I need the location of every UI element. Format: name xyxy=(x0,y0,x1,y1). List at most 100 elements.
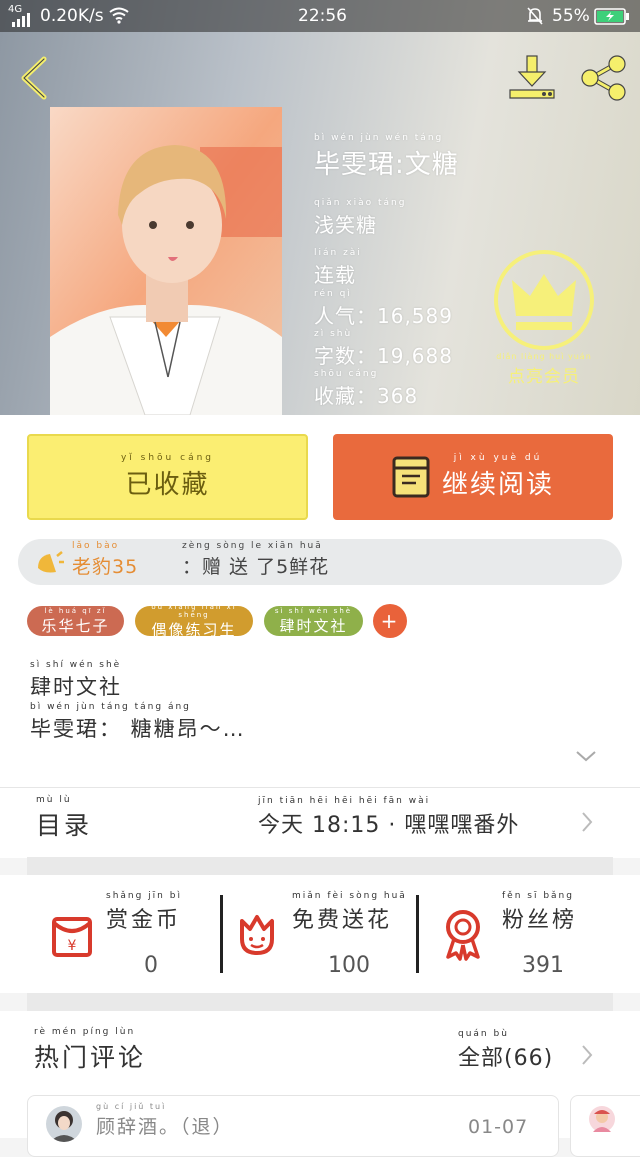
mute-bell-icon xyxy=(526,6,544,31)
intro-line-2-text: 毕雯珺： 糖糖昂～… xyxy=(30,717,246,741)
fans-value: 391 xyxy=(522,953,564,978)
back-arrow-icon xyxy=(21,56,47,100)
signal-icon xyxy=(10,12,32,32)
favorites-pinyin: shōu cáng xyxy=(314,369,379,379)
fans-pinyin: fěn sī bǎng xyxy=(502,891,574,901)
avatar[interactable] xyxy=(589,1106,615,1132)
download-button[interactable] xyxy=(506,52,558,102)
gift-text: ：赠 送 了5鲜花 xyxy=(182,556,330,578)
words-pinyin: zì shù xyxy=(314,329,353,339)
popularity-value: 16,589 xyxy=(377,304,453,328)
comments-title-text: 热门评论 xyxy=(34,1043,147,1072)
book-status: lián zài 连载 xyxy=(314,248,362,288)
status-pinyin: lián zài xyxy=(314,248,362,258)
vip-button[interactable]: diǎn liàng huì yuán 点亮会员 xyxy=(492,248,596,387)
intro-line-1-text: 肆时文社 xyxy=(30,675,122,699)
toc-label: mù lù 目录 xyxy=(36,795,92,842)
gift-user: 老豹35 xyxy=(72,556,139,578)
words-label: 字数： xyxy=(314,344,377,368)
broadcast-icon xyxy=(38,551,64,573)
latest-chapter-pinyin: jīn tiān hēi hēi hēi fān wài xyxy=(258,796,431,806)
comments-title-pinyin: rè mén píng lùn xyxy=(34,1027,136,1037)
crown-icon xyxy=(494,250,594,350)
latest-chapter-text: 今天 18:15 · 嘿嘿嘿番外 xyxy=(258,813,520,838)
all-comments-link[interactable]: quán bù 全部(66) xyxy=(458,1029,553,1072)
gift-notice-bar[interactable]: lǎo bào 老豹35 zèng sòng le xiān huā ：赠 送 … xyxy=(18,539,622,585)
author-pinyin: qiǎn xiào táng xyxy=(314,198,407,208)
clock: 22:56 xyxy=(298,6,347,26)
chevron-right-icon xyxy=(582,1045,593,1065)
tag-label: 肆时文社 xyxy=(279,616,348,635)
toc-text: 目录 xyxy=(36,811,93,840)
tag-chip[interactable]: ǒu xiàng liàn xí shēng 偶像练习生 xyxy=(135,602,253,639)
flower-label: 免费送花 xyxy=(292,908,393,933)
words-value: 19,688 xyxy=(377,344,453,368)
intro-line-1-pinyin: sì shí wén shè xyxy=(30,660,122,670)
favorited-button[interactable]: yǐ shōu cáng 已收藏 xyxy=(27,434,308,520)
tag-pinyin: lè huá qī zǐ xyxy=(44,606,107,615)
reward-label: 赏金币 xyxy=(106,908,182,933)
download-icon xyxy=(509,55,555,99)
comment-card[interactable]: gù cí jiǔ tuì 顾辞酒。（退） 01-07 xyxy=(27,1095,559,1157)
comment-card[interactable] xyxy=(570,1095,640,1157)
popularity-label: 人气： xyxy=(314,304,377,328)
tag-chip[interactable]: sì shí wén shè 肆时文社 xyxy=(264,606,363,636)
free-flower-button[interactable]: miǎn fèi sòng huā 免费送花 100 xyxy=(230,885,410,983)
favorites-label: 收藏： xyxy=(314,384,377,408)
read-pinyin: jì xù yuè dú xyxy=(453,453,543,463)
section-divider xyxy=(27,993,613,1011)
reward-value: 0 xyxy=(144,953,158,978)
stats-row: ¥ shǎng jīn bì 赏金币 0 miǎn fèi sòng huā 免… xyxy=(0,875,640,993)
tag-chip[interactable]: lè huá qī zǐ 乐华七子 xyxy=(27,606,124,636)
all-comments-pinyin: quán bù xyxy=(458,1029,509,1039)
tag-label: 偶像练习生 xyxy=(151,620,237,639)
book-popularity: rén qì 人气：16,589 xyxy=(314,289,453,329)
avatar[interactable] xyxy=(46,1106,82,1142)
vip-label: 点亮会员 xyxy=(508,367,580,387)
intro-line-2-pinyin: bì wén jùn táng táng áng xyxy=(30,702,191,712)
gift-text-pinyin: zèng sòng le xiān huā xyxy=(182,541,323,551)
comment-user-name: 顾辞酒。（退） xyxy=(96,1116,234,1138)
red-envelope-icon: ¥ xyxy=(52,917,92,957)
flower-icon xyxy=(240,915,274,955)
vip-pinyin: diǎn liàng huì yuán xyxy=(496,352,592,361)
back-button[interactable] xyxy=(14,54,54,102)
latest-chapter: jīn tiān hēi hēi hēi fān wài 今天 18:15 · … xyxy=(258,796,519,839)
book-title: bì wén jùn wén táng 毕雯珺:文糖 xyxy=(314,133,459,181)
fan-ranking-button[interactable]: fěn sī bǎng 粉丝榜 391 xyxy=(430,885,610,983)
read-label: 继续阅读 xyxy=(441,470,554,500)
book-cover-image[interactable] xyxy=(50,107,282,415)
comment-user-pinyin: gù cí jiǔ tuì xyxy=(96,1102,167,1111)
book-icon xyxy=(392,456,430,498)
stat-divider xyxy=(416,895,419,973)
expand-intro-button[interactable] xyxy=(574,748,598,764)
add-tag-button[interactable]: + xyxy=(373,604,407,638)
tag-pinyin: sì shí wén shè xyxy=(274,606,353,615)
svg-text:¥: ¥ xyxy=(68,938,77,954)
author-name: 浅笑糖 xyxy=(314,213,377,237)
book-author[interactable]: qiǎn xiào táng 浅笑糖 xyxy=(314,198,406,238)
share-button[interactable] xyxy=(578,54,630,102)
tag-pinyin: ǒu xiàng liàn xí shēng xyxy=(151,602,237,619)
chevron-right-icon xyxy=(582,812,593,832)
toc-row[interactable]: mù lù 目录 jīn tiān hēi hēi hēi fān wài 今天… xyxy=(0,787,640,858)
favorites-value: 368 xyxy=(377,384,419,408)
all-comments-text: 全部(66) xyxy=(458,1046,554,1071)
fav-label: 已收藏 xyxy=(125,470,210,500)
book-header: 4G 0.20K/s 22:56 55% bì wén jùn wén táng… xyxy=(0,0,640,415)
flower-pinyin: miǎn fèi sòng huā xyxy=(292,891,407,901)
battery-icon xyxy=(594,8,630,30)
book-favorites-count: shōu cáng 收藏：368 xyxy=(314,369,418,409)
reward-coins-button[interactable]: ¥ shǎng jīn bì 赏金币 0 xyxy=(40,885,210,983)
chevron-down-icon xyxy=(576,751,596,762)
section-divider xyxy=(27,857,613,875)
book-title-text: 毕雯珺:文糖 xyxy=(314,150,459,180)
intro-line-2: bì wén jùn táng táng áng 毕雯珺： 糖糖昂～… xyxy=(30,702,246,743)
flower-value: 100 xyxy=(328,953,370,978)
popularity-pinyin: rén qì xyxy=(314,289,352,299)
book-title-pinyin: bì wén jùn wén táng xyxy=(314,133,444,143)
continue-reading-button[interactable]: jì xù yuè dú 继续阅读 xyxy=(333,434,613,520)
reward-pinyin: shǎng jīn bì xyxy=(106,891,182,901)
wifi-icon xyxy=(108,6,130,29)
battery-percent: 55% xyxy=(552,6,590,26)
